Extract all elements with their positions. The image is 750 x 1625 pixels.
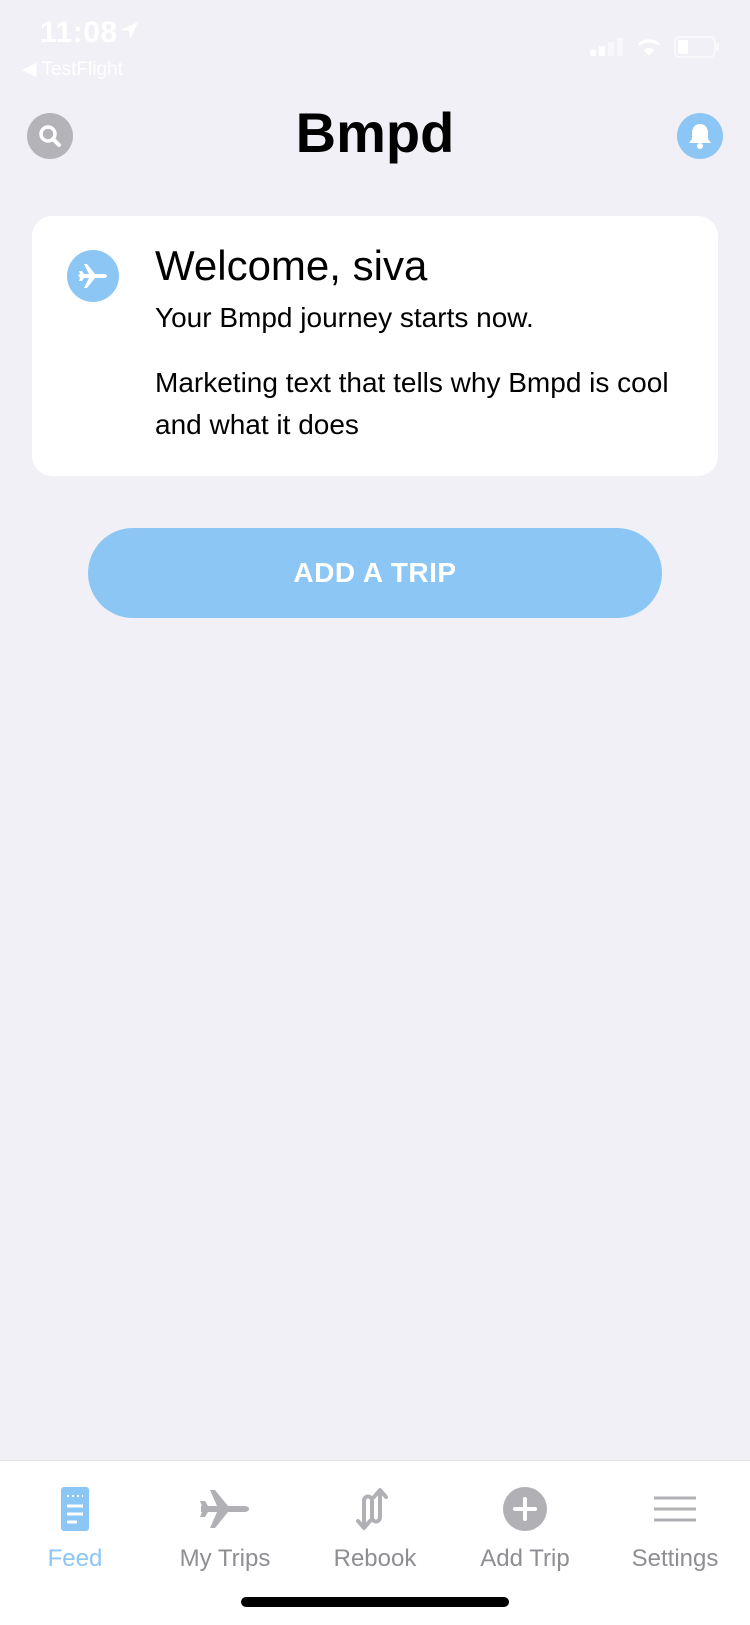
tab-settings[interactable]: Settings: [600, 1481, 750, 1581]
plane-icon: [200, 1490, 249, 1528]
rebook-icon: [356, 1488, 388, 1530]
plane-badge: [67, 250, 119, 302]
tab-add-trip[interactable]: Add Trip: [450, 1481, 600, 1581]
feed-icon: [61, 1487, 89, 1531]
welcome-title: Welcome, siva: [155, 242, 428, 289]
battery-icon: [674, 36, 719, 58]
status-bar: 11:08 ◀ TestFlight: [0, 0, 750, 80]
tab-label-add-trip: Add Trip: [480, 1545, 570, 1572]
add-a-trip-button[interactable]: ADD A TRIP: [88, 528, 662, 618]
status-time: 11:08: [40, 16, 118, 49]
notifications-button[interactable]: [677, 113, 723, 159]
tab-rebook[interactable]: Rebook: [300, 1481, 450, 1581]
tab-feed[interactable]: Feed: [0, 1481, 150, 1581]
tab-label-settings: Settings: [631, 1545, 719, 1572]
signal-icon: [590, 38, 623, 56]
back-triangle-icon: ◀: [22, 59, 37, 80]
location-arrow-icon: [118, 20, 140, 47]
back-app-label: TestFlight: [41, 59, 123, 80]
page-title: Bmpd: [295, 101, 455, 164]
tab-label-my-trips: My Trips: [179, 1545, 271, 1572]
menu-icon: [654, 1496, 696, 1522]
welcome-body-text: Marketing text that tells why Bmpd is co…: [155, 367, 669, 440]
plane-icon: [78, 264, 107, 288]
status-indicators: [590, 36, 720, 58]
home-indicator[interactable]: [241, 1597, 509, 1607]
wifi-icon: [637, 39, 661, 56]
back-to-app-link[interactable]: ◀ TestFlight: [22, 58, 123, 81]
tab-label-rebook: Rebook: [333, 1545, 417, 1572]
app-header: Bmpd: [0, 90, 750, 180]
welcome-subtitle: Your Bmpd journey starts now.: [155, 302, 534, 333]
tab-label-feed: Feed: [47, 1545, 103, 1572]
plus-circle-icon: [503, 1487, 547, 1531]
tab-my-trips[interactable]: My Trips: [150, 1481, 300, 1581]
welcome-card: Welcome, siva Your Bmpd journey starts n…: [32, 216, 718, 476]
bell-icon: [689, 124, 711, 149]
